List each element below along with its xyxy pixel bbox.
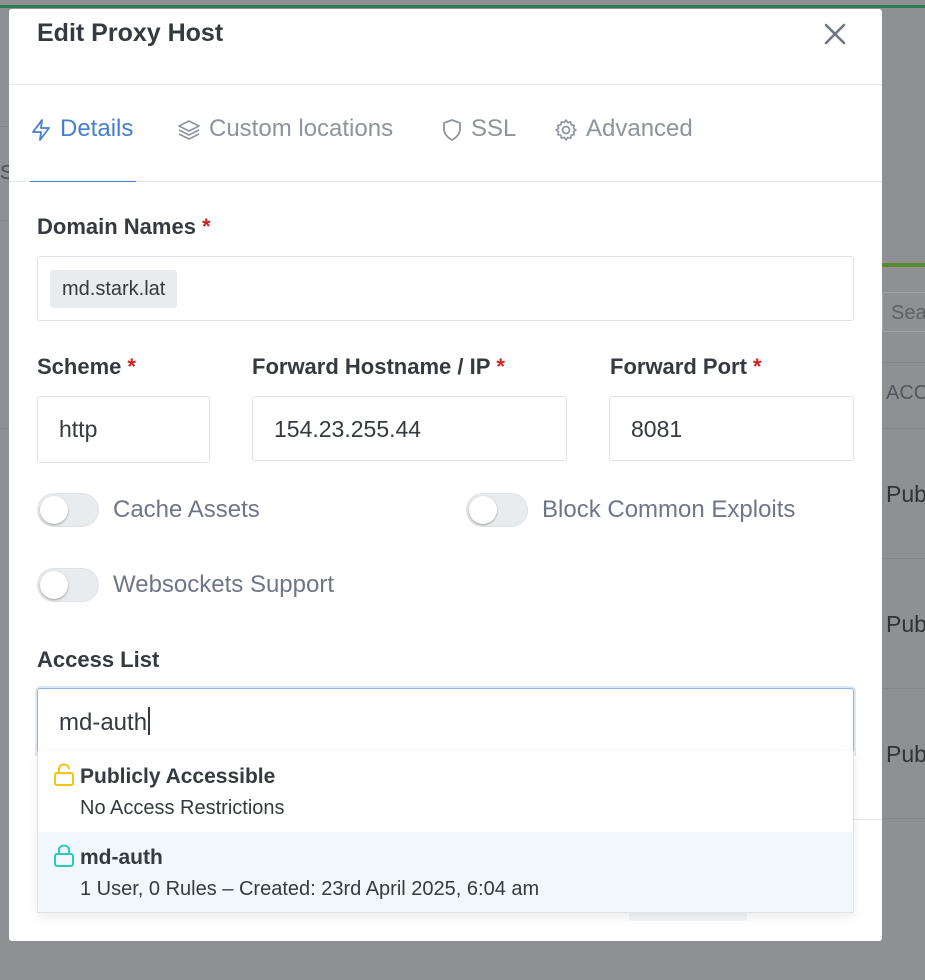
- label-text: Forward Hostname / IP: [252, 354, 491, 379]
- tab-label: SSL: [471, 115, 517, 142]
- access-list-value: md-auth: [59, 707, 151, 737]
- gear-icon: [555, 119, 577, 141]
- top-accent-bar: [0, 5, 925, 8]
- forward-port-input[interactable]: 8081: [609, 396, 854, 461]
- modal-title: Edit Proxy Host: [37, 19, 224, 47]
- label-text: Domain Names: [37, 214, 196, 239]
- cache-assets-label: Cache Assets: [113, 496, 260, 523]
- required-marker: *: [752, 354, 762, 379]
- block-exploits-toggle[interactable]: [466, 493, 528, 527]
- close-icon: [824, 23, 846, 45]
- cache-assets-toggle-row[interactable]: Cache Assets: [37, 493, 260, 527]
- background-cell: Pub: [886, 741, 925, 767]
- shield-icon: [443, 119, 461, 141]
- option-title: md-auth: [80, 846, 163, 869]
- tab-advanced[interactable]: Advanced: [554, 115, 693, 181]
- unlock-icon: [54, 763, 74, 786]
- background-search-input: Sea: [882, 292, 925, 332]
- forward-hostname-input[interactable]: 154.23.255.44: [252, 396, 567, 461]
- toggle-knob: [469, 496, 497, 524]
- forward-port-value: 8081: [631, 416, 683, 442]
- divider: [882, 688, 925, 689]
- toggle-knob: [40, 496, 68, 524]
- scheme-label: Scheme *: [37, 354, 136, 380]
- access-list-input[interactable]: md-auth: [37, 688, 854, 754]
- modal-header: Edit Proxy Host: [9, 9, 882, 85]
- required-marker: *: [201, 214, 211, 239]
- domain-names-label: Domain Names *: [37, 214, 211, 240]
- forward-hostname-label: Forward Hostname / IP *: [252, 354, 505, 380]
- divider: [882, 818, 925, 819]
- close-button[interactable]: [822, 21, 848, 47]
- tab-bar: Details Custom locations SSL Advanced: [9, 85, 882, 182]
- tab-ssl[interactable]: SSL: [441, 115, 516, 181]
- background-cell: Pub: [886, 611, 925, 637]
- required-marker: *: [496, 354, 505, 379]
- divider: [882, 362, 925, 363]
- domain-chip[interactable]: md.stark.lat: [50, 270, 178, 308]
- edit-proxy-host-modal: Edit Proxy Host Details Custom locations: [9, 9, 882, 941]
- divider: [882, 558, 925, 559]
- lock-icon: [54, 844, 74, 867]
- label-text: Scheme: [37, 354, 122, 379]
- access-list-dropdown: Publicly Accessible No Access Restrictio…: [37, 751, 854, 913]
- block-exploits-label: Block Common Exploits: [542, 496, 796, 523]
- forward-hostname-value: 154.23.255.44: [274, 416, 422, 442]
- access-option-md-auth[interactable]: md-auth 1 User, 0 Rules – Created: 23rd …: [38, 832, 853, 912]
- scheme-value: http: [59, 416, 98, 442]
- option-subtitle: 1 User, 0 Rules – Created: 23rd April 20…: [80, 878, 540, 900]
- option-subtitle: No Access Restrictions: [80, 797, 285, 819]
- tab-custom-locations[interactable]: Custom locations: [177, 115, 393, 181]
- forward-port-label: Forward Port *: [610, 354, 761, 380]
- tab-details[interactable]: Details: [30, 115, 136, 182]
- cache-assets-toggle[interactable]: [37, 493, 99, 527]
- required-marker: *: [127, 354, 136, 379]
- access-list-text: md-auth: [59, 709, 148, 736]
- websockets-label: Websockets Support: [113, 571, 335, 598]
- background-column-header: ACC: [886, 382, 925, 404]
- toggle-knob: [40, 571, 68, 599]
- access-list-label: Access List: [37, 647, 160, 672]
- modal-footer-divider: [854, 819, 882, 820]
- background-cell: Pub: [886, 481, 925, 507]
- layers-icon: [178, 120, 200, 140]
- text-caret: [148, 707, 151, 735]
- card-accent-bar: [880, 263, 925, 267]
- divider: [882, 428, 925, 429]
- tab-label: Details: [60, 115, 134, 142]
- option-title: Publicly Accessible: [80, 765, 276, 788]
- websockets-toggle-row[interactable]: Websockets Support: [37, 568, 334, 602]
- websockets-toggle[interactable]: [37, 568, 99, 602]
- tab-label: Advanced: [586, 115, 693, 142]
- label-text: Forward Port: [610, 354, 747, 379]
- lightning-icon: [32, 119, 50, 141]
- access-option-public[interactable]: Publicly Accessible No Access Restrictio…: [38, 751, 853, 831]
- scheme-select[interactable]: http: [37, 396, 210, 463]
- domain-names-input[interactable]: md.stark.lat: [37, 256, 854, 321]
- tab-label: Custom locations: [209, 115, 394, 142]
- block-exploits-toggle-row[interactable]: Block Common Exploits: [466, 493, 795, 527]
